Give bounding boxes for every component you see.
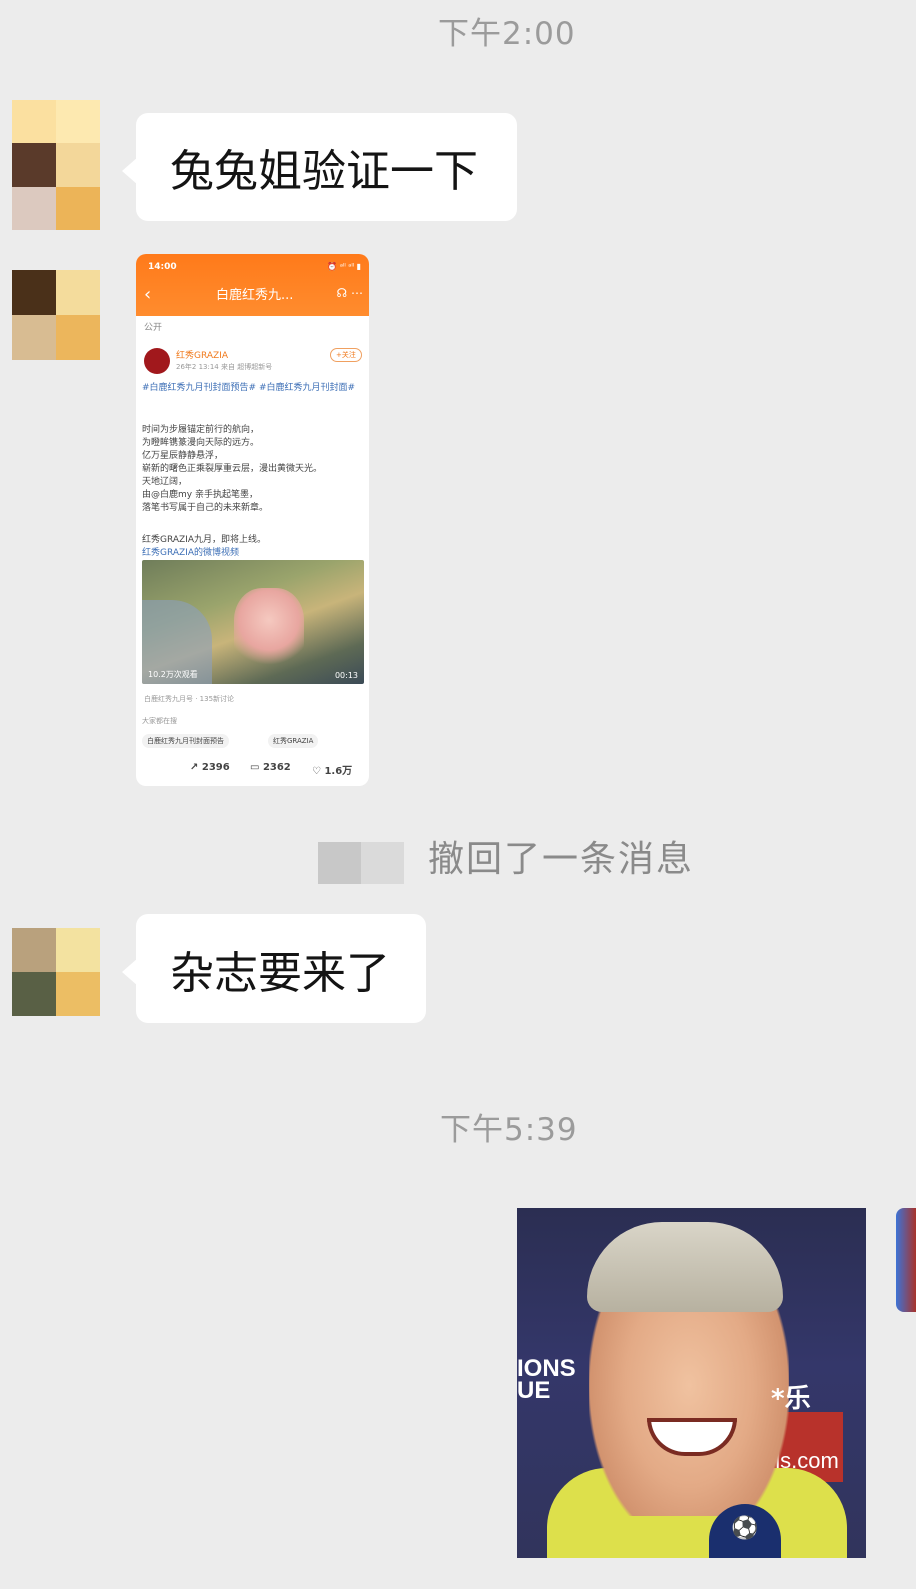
- video-thumbnail[interactable]: 10.2万次观看 00:13: [142, 560, 364, 684]
- header-icons: ☊ ⋯: [336, 286, 363, 300]
- repost-value: 2396: [201, 762, 230, 773]
- post-body-line: 天地辽阔，: [142, 477, 188, 487]
- back-icon: ‹: [144, 284, 152, 305]
- avatar[interactable]: [12, 270, 100, 360]
- comment-count[interactable]: ▭ 2362: [250, 762, 291, 773]
- post-body-line: 为瞪眸镌篆漫向天际的远方。: [142, 438, 260, 448]
- timestamp-2: 下午5:39: [440, 1112, 578, 1148]
- avatar[interactable]: [12, 100, 100, 230]
- account-avatar-icon: [144, 348, 170, 374]
- recalled-user-name: [318, 842, 404, 884]
- post-hashtags[interactable]: #白鹿红秀九月刊封面预告# #白鹿红秀九月刊封面#: [142, 382, 362, 395]
- post-meta: 26年2 13:14 来自 超博超新号: [176, 363, 273, 371]
- post-body-line: 落笔书写属于自己的未来新章。: [142, 503, 269, 513]
- repost-count[interactable]: ↗ 2396: [190, 762, 230, 773]
- like-count[interactable]: ♡ 1.6万: [312, 762, 352, 777]
- video-link[interactable]: 红秀GRAZIA的微博视频: [142, 545, 239, 558]
- sponsor-left-text: IONS UE: [517, 1355, 576, 1404]
- my-avatar[interactable]: [896, 1208, 916, 1312]
- search-tag[interactable]: 红秀GRAZIA: [268, 734, 319, 748]
- topic-line[interactable]: 白鹿红秀九月号 · 135新讨论: [144, 694, 234, 704]
- like-value: 1.6万: [324, 766, 353, 777]
- video-figure: [234, 588, 304, 668]
- status-icons: ⏰ ᵃˡˡ ᵃˡˡ ▮: [327, 262, 361, 271]
- message-text: 杂志要来了: [170, 947, 390, 999]
- post-body-line: 由@白鹿my 亲手执起笔墨，: [142, 490, 258, 500]
- timestamp-1: 下午2:00: [438, 16, 576, 52]
- search-tag[interactable]: 白鹿红秀九月刊封面预告: [142, 734, 229, 748]
- meme-caption: *乐: [771, 1384, 811, 1414]
- weibo-title: 白鹿红秀九...: [216, 288, 294, 303]
- message-bubble[interactable]: 杂志要来了: [122, 914, 426, 1023]
- message-text: 兔兔姐验证一下: [170, 146, 478, 197]
- account-name: 红秀GRAZIA: [176, 351, 228, 361]
- comment-value: 2362: [262, 762, 291, 773]
- recall-notice: 撤回了一条消息: [428, 839, 695, 880]
- post-body-line: 红秀GRAZIA九月，即将上线。: [142, 535, 266, 545]
- meme-image[interactable]: IONS UE els.com ⚽ *乐: [517, 1208, 866, 1558]
- follow-button[interactable]: +关注: [330, 348, 362, 362]
- message-bubble[interactable]: 兔兔姐验证一下: [122, 113, 517, 221]
- shared-screenshot[interactable]: 14:00 ⏰ ᵃˡˡ ᵃˡˡ ▮ ‹ 白鹿红秀九... ☊ ⋯ 公开 红秀GR…: [136, 254, 369, 786]
- avatar[interactable]: [12, 928, 100, 1016]
- visibility-label: 公开: [144, 323, 163, 333]
- video-views: 10.2万次观看: [148, 670, 198, 679]
- status-time: 14:00: [148, 262, 177, 272]
- weibo-header: 14:00 ⏰ ᵃˡˡ ᵃˡˡ ▮ ‹ 白鹿红秀九... ☊ ⋯: [136, 254, 369, 316]
- post-body-line: 崭新的曙色正乘裂厚重云层，漫出黄微天光。: [142, 464, 323, 474]
- post-body-line: 亿万星辰静静悬浮，: [142, 451, 224, 461]
- video-duration: 00:13: [334, 671, 358, 680]
- search-label: 大家都在搜: [142, 717, 177, 725]
- post-body-line: 时间为步履锚定前行的航向，: [142, 425, 260, 435]
